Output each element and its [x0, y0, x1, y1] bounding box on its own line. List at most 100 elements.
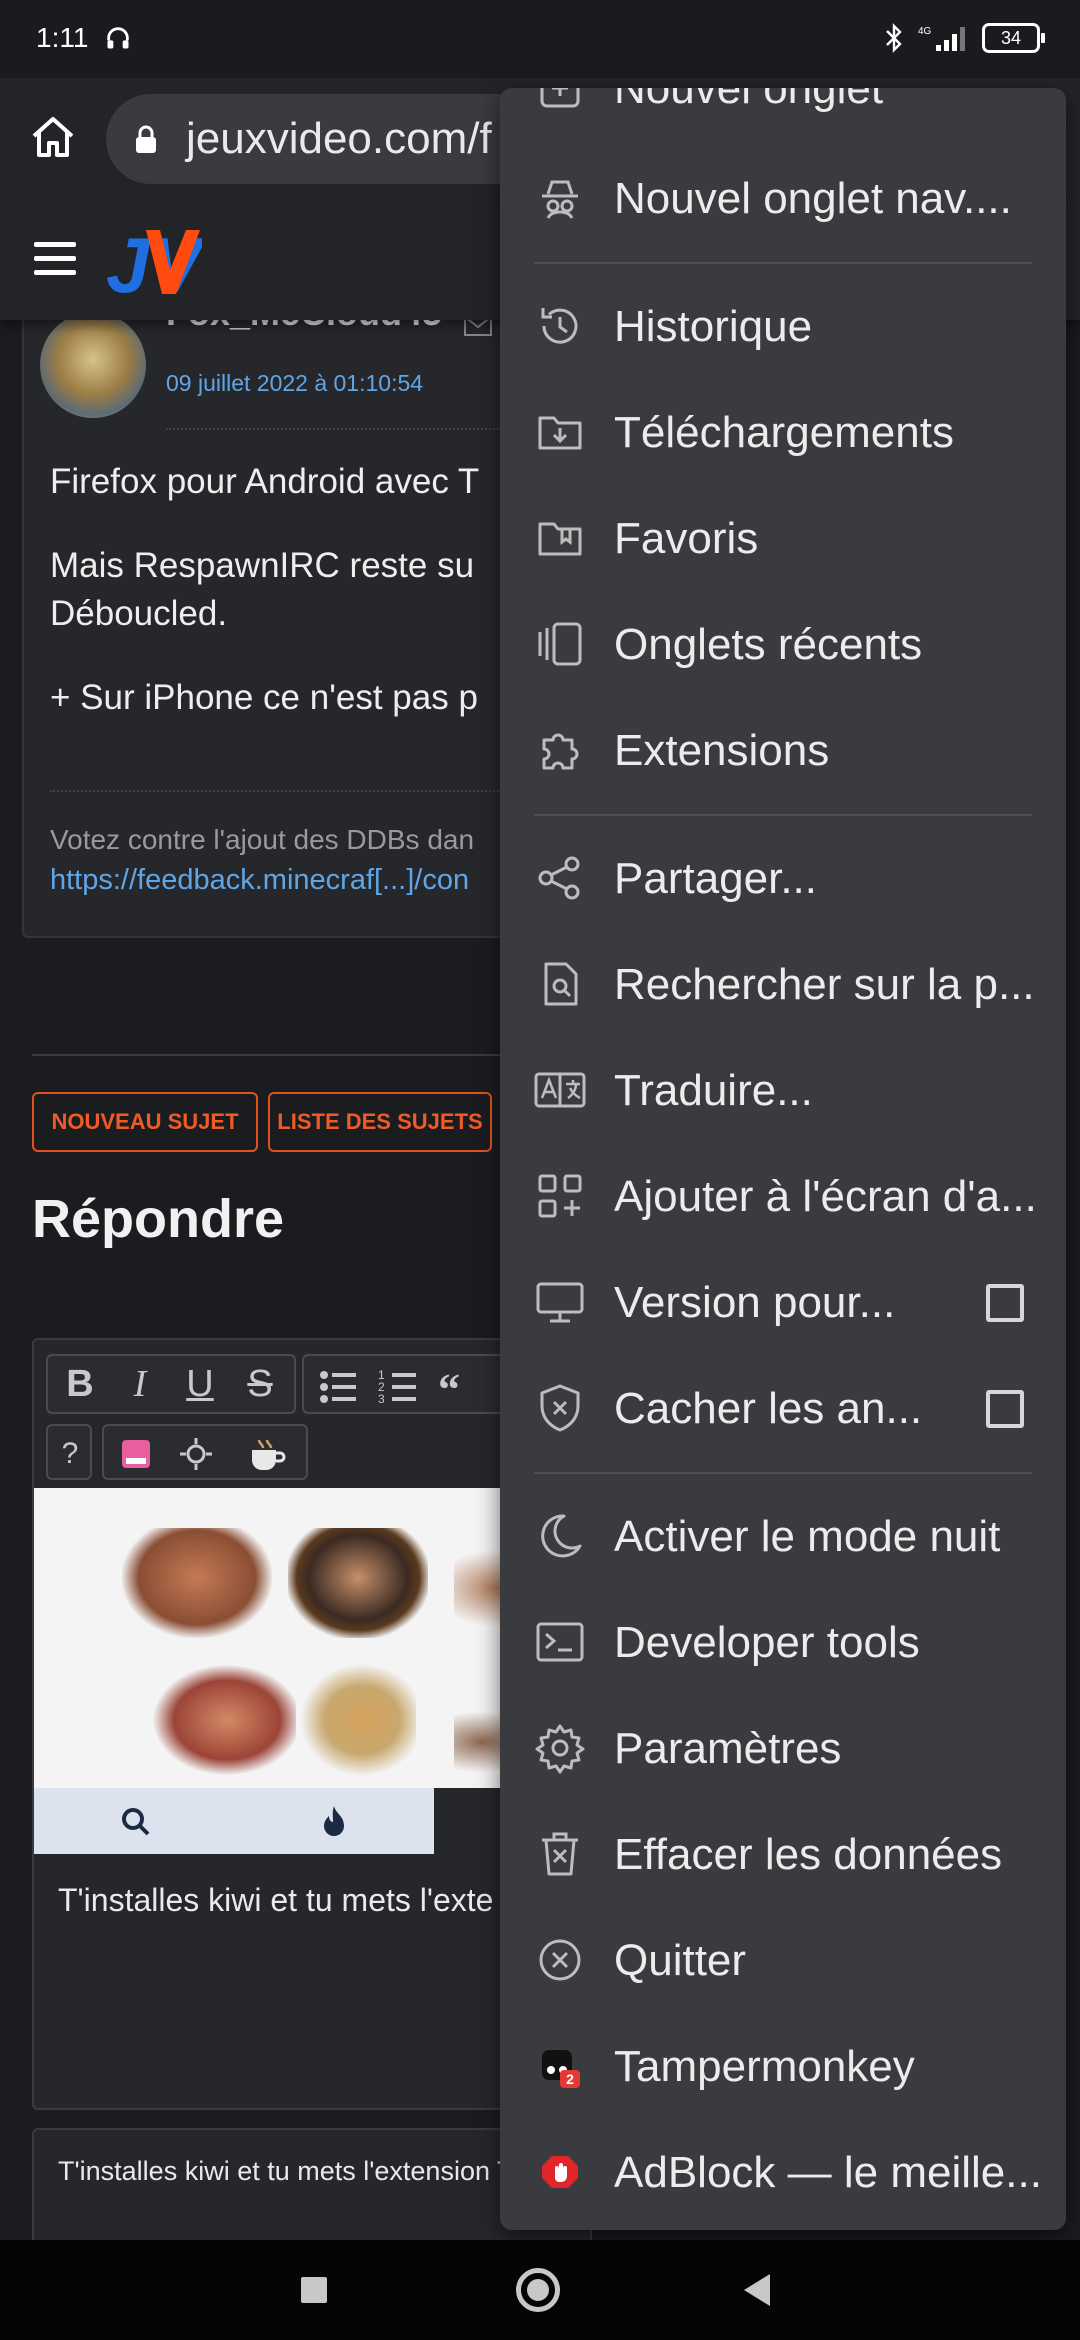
- post-paragraph: Firefox pour Android avec T: [50, 462, 480, 501]
- desktop-icon: [536, 1282, 584, 1323]
- browser-overflow-menu: Nouvel onglet Nouvel onglet nav.... Hist…: [500, 88, 1066, 2230]
- sticker-icon[interactable]: [110, 1428, 162, 1480]
- menu-item-clear-data[interactable]: Effacer les données: [500, 1802, 1066, 1908]
- quote-icon[interactable]: “: [432, 1360, 484, 1412]
- menu-label: Rechercher sur la p...: [614, 960, 1035, 1009]
- menu-label: AdBlock — le meille...: [614, 2148, 1042, 2197]
- menu-item-incognito[interactable]: Nouvel onglet nav....: [500, 146, 1066, 252]
- menu-item-share[interactable]: Partager...: [500, 826, 1066, 932]
- menu-item-recent-tabs[interactable]: Onglets récents: [500, 592, 1066, 698]
- menu-item-add-to-home[interactable]: Ajouter à l'écran d'a...: [500, 1144, 1066, 1250]
- menu-item-extensions[interactable]: Extensions: [500, 698, 1066, 804]
- svg-text:4G: 4G: [918, 26, 932, 37]
- sticker-laughing-man[interactable]: [122, 1528, 272, 1638]
- menu-item-bookmarks[interactable]: Favoris: [500, 486, 1066, 592]
- fire-icon[interactable]: [320, 1804, 348, 1838]
- menu-label: Nouvel onglet: [614, 88, 884, 113]
- hide-ads-checkbox[interactable]: [986, 1390, 1024, 1428]
- bold-button[interactable]: B: [54, 1358, 106, 1410]
- help-button[interactable]: ?: [44, 1428, 96, 1480]
- menu-label: Activer le mode nuit: [614, 1512, 1001, 1561]
- history-icon: [541, 308, 578, 344]
- menu-label: Ajouter à l'écran d'a...: [614, 1172, 1037, 1221]
- menu-divider: [534, 814, 1032, 816]
- desktop-version-checkbox[interactable]: [986, 1284, 1024, 1322]
- svg-text:2: 2: [566, 2071, 574, 2087]
- menu-item-developer-tools[interactable]: Developer tools: [500, 1590, 1066, 1696]
- search-icon[interactable]: [120, 1806, 152, 1838]
- strike-button[interactable]: S: [234, 1358, 286, 1410]
- menu-label: Effacer les données: [614, 1830, 1003, 1879]
- back-button[interactable]: [744, 2274, 770, 2306]
- menu-item-tampermonkey[interactable]: 2 Tampermonkey: [500, 2014, 1066, 2120]
- help-group: ?: [46, 1424, 92, 1480]
- terminal-icon: [536, 1622, 584, 1662]
- sticker-dancing-man[interactable]: [296, 1660, 416, 1780]
- settings-sun-icon[interactable]: [170, 1428, 222, 1480]
- battery-indicator: 34: [982, 23, 1045, 53]
- recents-button[interactable]: [301, 2277, 327, 2303]
- post-date[interactable]: 09 juillet 2022 à 01:10:54: [166, 370, 423, 397]
- menu-item-translate[interactable]: Traduire...: [500, 1038, 1066, 1144]
- menu-item-quit[interactable]: Quitter: [500, 1908, 1066, 2014]
- menu-divider: [534, 1472, 1032, 1474]
- menu-divider: [534, 262, 1032, 264]
- menu-item-desktop-version[interactable]: Version pour...: [500, 1250, 1066, 1356]
- menu-item-adblock[interactable]: AdBlock — le meille...: [500, 2120, 1066, 2226]
- sticker-smiling-man[interactable]: [288, 1528, 428, 1638]
- menu-item-settings[interactable]: Paramètres: [500, 1696, 1066, 1802]
- moon-icon: [541, 1514, 582, 1558]
- svg-text:“: “: [438, 1365, 460, 1412]
- menu-item-night-mode[interactable]: Activer le mode nuit: [500, 1484, 1066, 1590]
- lock-icon: [136, 125, 156, 153]
- url-text: jeuxvideo.com/f: [186, 114, 492, 163]
- incognito-icon: [542, 180, 578, 219]
- menu-item-downloads[interactable]: Téléchargements: [500, 380, 1066, 486]
- status-bar: 1:11 4G 34: [0, 0, 1080, 78]
- home-button[interactable]: [516, 2268, 560, 2312]
- coffee-icon[interactable]: [240, 1428, 292, 1480]
- italic-button[interactable]: I: [114, 1358, 166, 1410]
- sticker-toolbar: [102, 1424, 308, 1480]
- reply-textarea[interactable]: T'installes kiwi et tu mets l'exte: [58, 1882, 493, 1919]
- sticker-mustache-man[interactable]: [152, 1664, 302, 1776]
- new-topic-button[interactable]: NOUVEAU SUJET: [32, 1092, 258, 1152]
- menu-label: Developer tools: [614, 1618, 920, 1667]
- divider: [50, 790, 570, 792]
- menu-label: Paramètres: [614, 1724, 842, 1773]
- menu-label: Tampermonkey: [614, 2042, 915, 2091]
- jv-logo[interactable]: JV: [106, 224, 202, 298]
- menu-label: Cacher les an...: [614, 1384, 923, 1433]
- translate-icon: [534, 1072, 586, 1108]
- post-paragraph: + Sur iPhone ce n'est pas p: [50, 678, 478, 717]
- status-time: 1:11: [36, 22, 89, 53]
- signal-icon: 4G: [918, 26, 965, 51]
- post-paragraph: Déboucled.: [50, 594, 228, 633]
- tampermonkey-icon: 2: [542, 2050, 580, 2088]
- menu-item-find-in-page[interactable]: Rechercher sur la p...: [500, 932, 1066, 1038]
- trash-icon: [542, 1832, 578, 1876]
- menu-item-new-tab[interactable]: Nouvel onglet: [500, 88, 1066, 142]
- menu-label: Onglets récents: [614, 620, 923, 669]
- menu-item-history[interactable]: Historique: [500, 274, 1066, 380]
- close-circle-icon: [539, 1939, 581, 1981]
- puzzle-icon: [542, 733, 579, 770]
- signature-text: Votez contre l'ajout des DDBs dan: [50, 824, 475, 855]
- home-icon[interactable]: [28, 112, 78, 162]
- share-icon: [538, 856, 580, 900]
- avatar[interactable]: [40, 312, 146, 418]
- divider: [32, 1054, 552, 1056]
- system-nav-bar: [0, 2240, 1080, 2340]
- bullet-list-icon[interactable]: [312, 1360, 364, 1412]
- menu-item-hide-ads[interactable]: Cacher les an...: [500, 1356, 1066, 1462]
- signature-link[interactable]: https://feedback.minecraf[...]/con: [50, 864, 469, 897]
- underline-button[interactable]: U: [174, 1358, 226, 1410]
- topic-list-button[interactable]: LISTE DES SUJETS: [268, 1092, 492, 1152]
- hamburger-menu-icon[interactable]: [34, 242, 76, 278]
- numbered-list-icon[interactable]: 123: [372, 1360, 424, 1412]
- find-in-page-icon: [544, 962, 578, 1006]
- menu-label: Traduire...: [614, 1066, 813, 1115]
- menu-label: Favoris: [614, 514, 759, 563]
- bookmark-folder-icon: [538, 522, 582, 556]
- menu-label: Partager...: [614, 854, 818, 903]
